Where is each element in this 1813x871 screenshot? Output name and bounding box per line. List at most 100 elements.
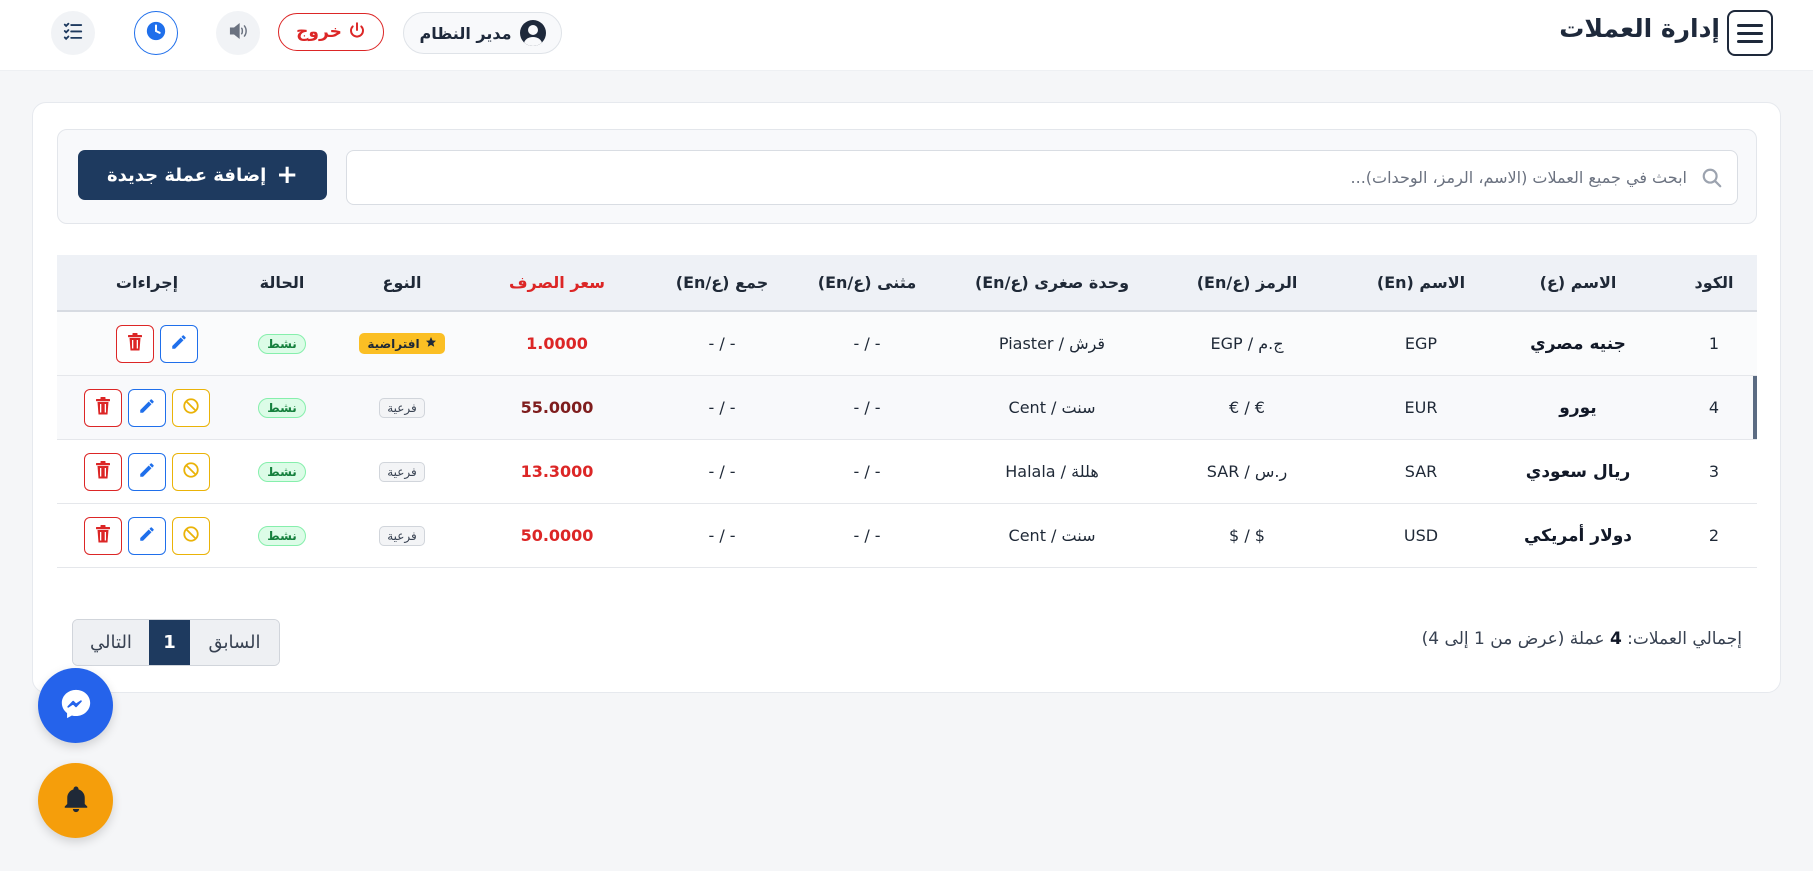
header-status[interactable]: الحالة — [242, 255, 322, 310]
cell-subunit: سنت / Cent — [1008, 398, 1096, 417]
cell-rate: 55.0000 — [520, 398, 594, 417]
delete-button[interactable] — [84, 516, 122, 555]
cell-plural: - / - — [708, 526, 736, 545]
table-row: 2 دولار أمريكي USD $ / $ سنت / Cent - / … — [57, 504, 1757, 568]
logout-label: خروج — [296, 22, 342, 42]
delete-button[interactable] — [84, 388, 122, 427]
status-badge: نشط — [258, 397, 306, 418]
cell-subunit: سنت / Cent — [1008, 526, 1096, 545]
type-label: افتراضية — [367, 336, 420, 351]
type-badge: فرعية — [379, 397, 425, 418]
header-subunit[interactable]: وحدة صغرى (ع/En) — [942, 255, 1162, 310]
cell-actions — [67, 440, 227, 503]
star-icon — [425, 336, 437, 351]
add-currency-button[interactable]: + إضافة عملة جديدة — [78, 150, 327, 200]
clock-button[interactable] — [134, 11, 178, 55]
cell-status: نشط — [242, 376, 322, 439]
edit-button[interactable] — [128, 388, 166, 427]
cell-actions — [67, 312, 227, 375]
menu-icon[interactable] — [1727, 10, 1773, 56]
pencil-icon — [170, 333, 188, 355]
header-name-en[interactable]: الاسم (En) — [1369, 255, 1473, 310]
deactivate-button[interactable] — [172, 452, 210, 491]
header-name-ar[interactable]: الاسم (ع) — [1503, 255, 1653, 310]
cell-code: 4 — [1708, 398, 1720, 417]
header-hundredth[interactable]: مثنى (ع/En) — [802, 255, 932, 310]
cell-actions — [67, 504, 227, 567]
pagination: التالي 1 السابق — [72, 619, 280, 666]
speaker-icon — [227, 20, 249, 46]
edit-button[interactable] — [160, 324, 198, 363]
block-icon — [182, 461, 200, 483]
edit-button[interactable] — [128, 452, 166, 491]
total-prefix: إجمالي العملات: — [1621, 629, 1742, 649]
cell-name-en: EUR — [1404, 398, 1438, 417]
cell-subunit: قرش / Piaster — [998, 334, 1106, 353]
cell-code: 3 — [1708, 462, 1720, 481]
type-badge: فرعية — [379, 525, 425, 546]
search-box — [346, 150, 1738, 205]
cell-rate: 50.0000 — [520, 526, 594, 545]
total-suffix: عملة (عرض من 1 إلى 4) — [1421, 629, 1610, 649]
currencies-table: الكود الاسم (ع) الاسم (En) الرمز (ع/En) … — [57, 255, 1757, 568]
current-page-button[interactable]: 1 — [149, 620, 190, 665]
cell-hundredth: - / - — [853, 462, 881, 481]
sound-button[interactable] — [216, 11, 260, 55]
notifications-button[interactable] — [38, 763, 113, 838]
cell-name-en: SAR — [1404, 462, 1438, 481]
search-input[interactable] — [357, 151, 1687, 204]
delete-button[interactable] — [116, 324, 154, 363]
row-indicator — [1753, 376, 1757, 439]
user-menu[interactable]: مدير النظام — [403, 12, 562, 54]
cell-symbol: € / € — [1229, 398, 1265, 417]
pencil-icon — [138, 397, 156, 419]
default-badge: افتراضية — [359, 333, 445, 354]
status-badge: نشط — [258, 525, 306, 546]
header-rate[interactable]: سعر الصرف — [477, 255, 637, 310]
cell-name-en: EGP — [1404, 334, 1438, 353]
deactivate-button[interactable] — [172, 388, 210, 427]
user-avatar-icon — [519, 20, 546, 46]
cell-hundredth: - / - — [853, 526, 881, 545]
pencil-icon — [138, 461, 156, 483]
cell-symbol: ج.م / EGP — [1210, 334, 1284, 353]
plus-icon: + — [276, 160, 299, 190]
cell-symbol: $ / $ — [1229, 526, 1265, 545]
header-code[interactable]: الكود — [1679, 255, 1749, 310]
cell-type: فرعية — [347, 440, 457, 503]
cell-code: 1 — [1708, 334, 1720, 353]
block-icon — [182, 525, 200, 547]
cell-plural: - / - — [708, 462, 736, 481]
messenger-icon — [59, 687, 93, 725]
next-page-button[interactable]: التالي — [73, 620, 149, 665]
cell-plural: - / - — [708, 334, 736, 353]
add-currency-label: إضافة عملة جديدة — [106, 164, 267, 186]
trash-icon — [127, 332, 143, 355]
header-plural[interactable]: جمع (ع/En) — [647, 255, 797, 310]
messenger-button[interactable] — [38, 668, 113, 743]
power-icon — [348, 21, 366, 44]
cell-code: 2 — [1708, 526, 1720, 545]
cell-actions — [67, 376, 227, 439]
cell-symbol: ر.س / SAR — [1206, 462, 1288, 481]
header-symbol[interactable]: الرمز (ع/En) — [1167, 255, 1327, 310]
clock-icon — [145, 20, 167, 46]
cell-hundredth: - / - — [853, 334, 881, 353]
header-type[interactable]: النوع — [347, 255, 457, 310]
status-badge: نشط — [258, 333, 306, 354]
tasks-button[interactable] — [51, 11, 95, 55]
delete-button[interactable] — [84, 452, 122, 491]
logout-button[interactable]: خروج — [278, 13, 384, 51]
cell-type: فرعية — [347, 376, 457, 439]
edit-button[interactable] — [128, 516, 166, 555]
trash-icon — [95, 460, 111, 483]
cell-subunit: هللة / Halala — [1005, 462, 1099, 481]
deactivate-button[interactable] — [172, 516, 210, 555]
cell-rate: 1.0000 — [526, 334, 588, 353]
cell-hundredth: - / - — [853, 398, 881, 417]
search-panel: + إضافة عملة جديدة — [57, 129, 1757, 224]
currencies-card: + إضافة عملة جديدة الكود الاسم (ع) الاسم… — [32, 102, 1781, 693]
page-title: إدارة العملات — [1559, 14, 1720, 43]
previous-page-button[interactable]: السابق — [190, 620, 279, 665]
cell-name-ar: دولار أمريكي — [1523, 525, 1633, 546]
